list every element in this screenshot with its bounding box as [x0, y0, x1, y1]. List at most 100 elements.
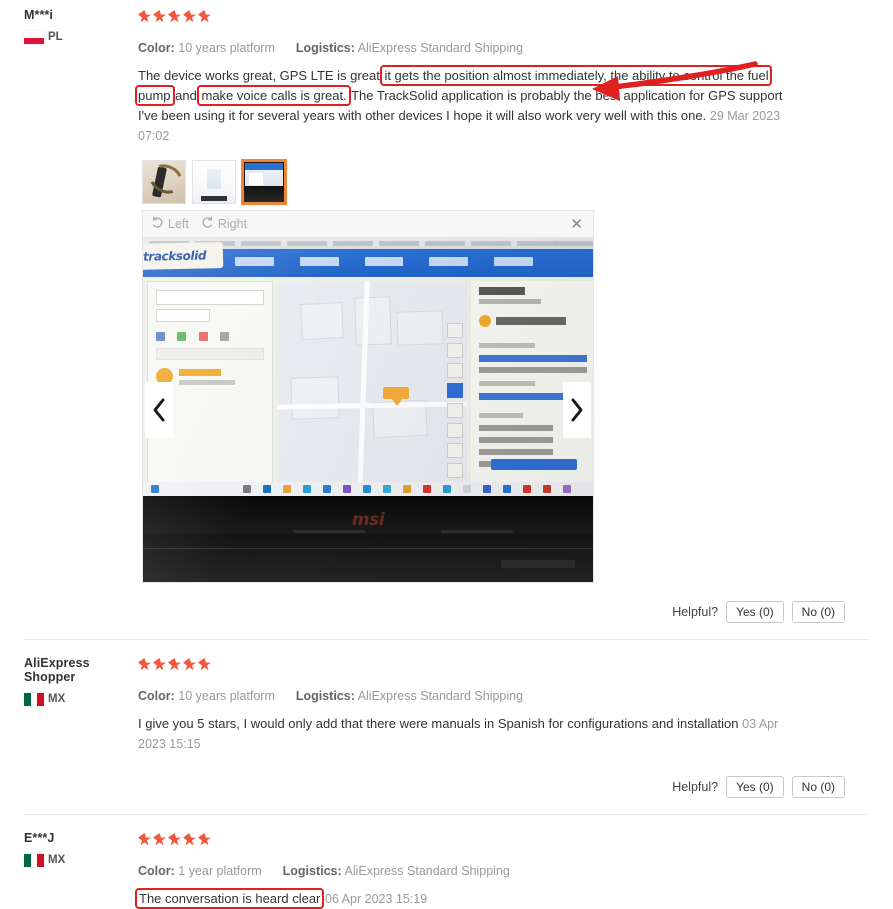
helpful-vote-row: Helpful? Yes (0) No (0) [0, 776, 893, 798]
star-icon [168, 10, 181, 23]
status-icon [220, 332, 230, 341]
logistics-label: Logistics: [295, 689, 355, 703]
review-item: AliExpress Shopper MX Color: 10 years pl… [0, 640, 893, 815]
review-text: The conversation is heard clear 06 Apr 2… [134, 887, 788, 909]
vehicle-status-text [496, 317, 566, 325]
helpful-no-button[interactable]: No (0) [791, 776, 845, 798]
thumbnail-laptop-tracksolid-screen-photo[interactable] [242, 160, 286, 204]
rotate-right-button[interactable]: Right [201, 216, 247, 232]
star-icon [198, 833, 211, 846]
helpful-no-button[interactable]: No (0) [791, 601, 845, 623]
color-label: Color: [138, 41, 175, 55]
helpful-yes-button[interactable]: Yes (0) [726, 776, 784, 798]
previous-image-button[interactable] [145, 382, 173, 438]
country-code: MX [48, 854, 66, 866]
rotate-left-label: Left [168, 217, 189, 231]
logistics-value: AliExpress Standard Shipping [344, 864, 510, 878]
tracksolid-navbar: tracksolid [143, 242, 593, 277]
color-value: 10 years platform [178, 689, 275, 703]
close-icon[interactable]: ✕ [568, 217, 585, 232]
star-icon [198, 10, 211, 23]
device-subtext [179, 380, 235, 385]
device-name [179, 369, 221, 376]
reviewer-name: E***J [24, 831, 55, 845]
star-icon [153, 658, 166, 671]
reviewer-info: M***i PL [0, 8, 138, 44]
rotate-right-label: Right [217, 217, 248, 231]
review-image-thumbnails [138, 160, 885, 204]
flag-mexico-icon [24, 854, 44, 867]
tracksolid-content [143, 277, 593, 492]
map-canvas [277, 281, 467, 492]
vehicle-action-button [491, 459, 577, 470]
helpful-label: Helpful? [672, 605, 719, 619]
thumb-laptop-base [244, 186, 284, 202]
helpful-yes-button[interactable]: Yes (0) [726, 601, 784, 623]
laptop-brand-logo: msi [351, 510, 385, 530]
tracksolid-nav-items [235, 257, 533, 266]
vehicle-imei [479, 299, 541, 304]
rotate-left-button[interactable]: Left [151, 216, 189, 232]
lightbox-image-stage: tracksolid msi [143, 238, 593, 582]
star-icon [168, 658, 181, 671]
review-item: M***i PL Color: 10 years platform Logist… [0, 0, 893, 640]
review-item: E***J MX Color: 1 year platform Logistic… [0, 815, 893, 909]
flag-poland-icon [24, 31, 44, 44]
reviewer-country: PL [24, 31, 138, 44]
map-tool [447, 403, 463, 418]
review-timestamp: 06 Apr 2023 15:19 [325, 892, 428, 906]
star-icon [153, 833, 166, 846]
thumbnail-packaging-document-photo[interactable] [192, 160, 236, 204]
country-code: PL [48, 31, 63, 43]
filter-chip [156, 309, 210, 322]
nav-item [299, 257, 339, 266]
helpful-label: Helpful? [672, 780, 719, 794]
map-tool [447, 443, 463, 458]
logistics-value: AliExpress Standard Shipping [357, 41, 524, 55]
image-lightbox: Left Right ✕ tracksolid msi [142, 210, 594, 583]
nav-item [429, 257, 469, 266]
map-tool-buttons [447, 323, 463, 483]
review-text-segment: The device works great, GPS LTE is great [138, 68, 380, 83]
star-icon [183, 833, 196, 846]
reviewer-info: AliExpress Shopper MX [0, 656, 138, 706]
next-image-button[interactable] [563, 382, 591, 438]
device-search-input [156, 290, 264, 305]
vehicle-status-icon [479, 315, 491, 327]
star-icon [183, 658, 196, 671]
helpful-vote-row: Helpful? Yes (0) No (0) [0, 601, 893, 623]
status-icon [156, 332, 165, 341]
logistics-label: Logistics: [295, 41, 355, 55]
color-value: 10 years platform [178, 41, 275, 55]
tracksolid-logo-text: tracksolid [143, 248, 207, 264]
star-icon [198, 658, 211, 671]
review-attributes: Color: 10 years platform Logistics: AliE… [138, 689, 885, 704]
review-attributes: Color: 10 years platform Logistics: AliE… [138, 41, 885, 56]
reviewer-name: M***i [24, 8, 53, 22]
laptop-bezel: msi [143, 496, 593, 582]
star-icon [138, 10, 151, 23]
rotate-right-icon [201, 216, 214, 232]
color-label: Color: [138, 864, 175, 878]
star-icon [153, 10, 166, 23]
status-icon-row [156, 328, 264, 341]
flag-mexico-icon [24, 693, 44, 706]
map-tool-active [447, 383, 463, 398]
country-code: MX [48, 693, 66, 705]
reviewer-info: E***J MX [0, 831, 138, 867]
reviewer-name: AliExpress Shopper [24, 656, 90, 684]
star-icon [183, 10, 196, 23]
rating-stars [138, 833, 885, 852]
rating-stars [138, 10, 885, 29]
color-value: 1 year platform [178, 864, 262, 878]
map-tool [447, 463, 463, 478]
group-row [156, 348, 264, 360]
rotate-left-icon [151, 216, 164, 232]
review-text: I give you 5 stars, I would only add tha… [138, 714, 790, 754]
annotation-highlight-1: The conversation is heard clear [134, 887, 325, 909]
thumbnail-gps-tracker-device-photo[interactable] [142, 160, 186, 204]
nav-item [235, 257, 274, 266]
logistics-label: Logistics: [282, 864, 342, 878]
chevron-left-icon [150, 397, 168, 423]
map-tool [447, 343, 463, 358]
